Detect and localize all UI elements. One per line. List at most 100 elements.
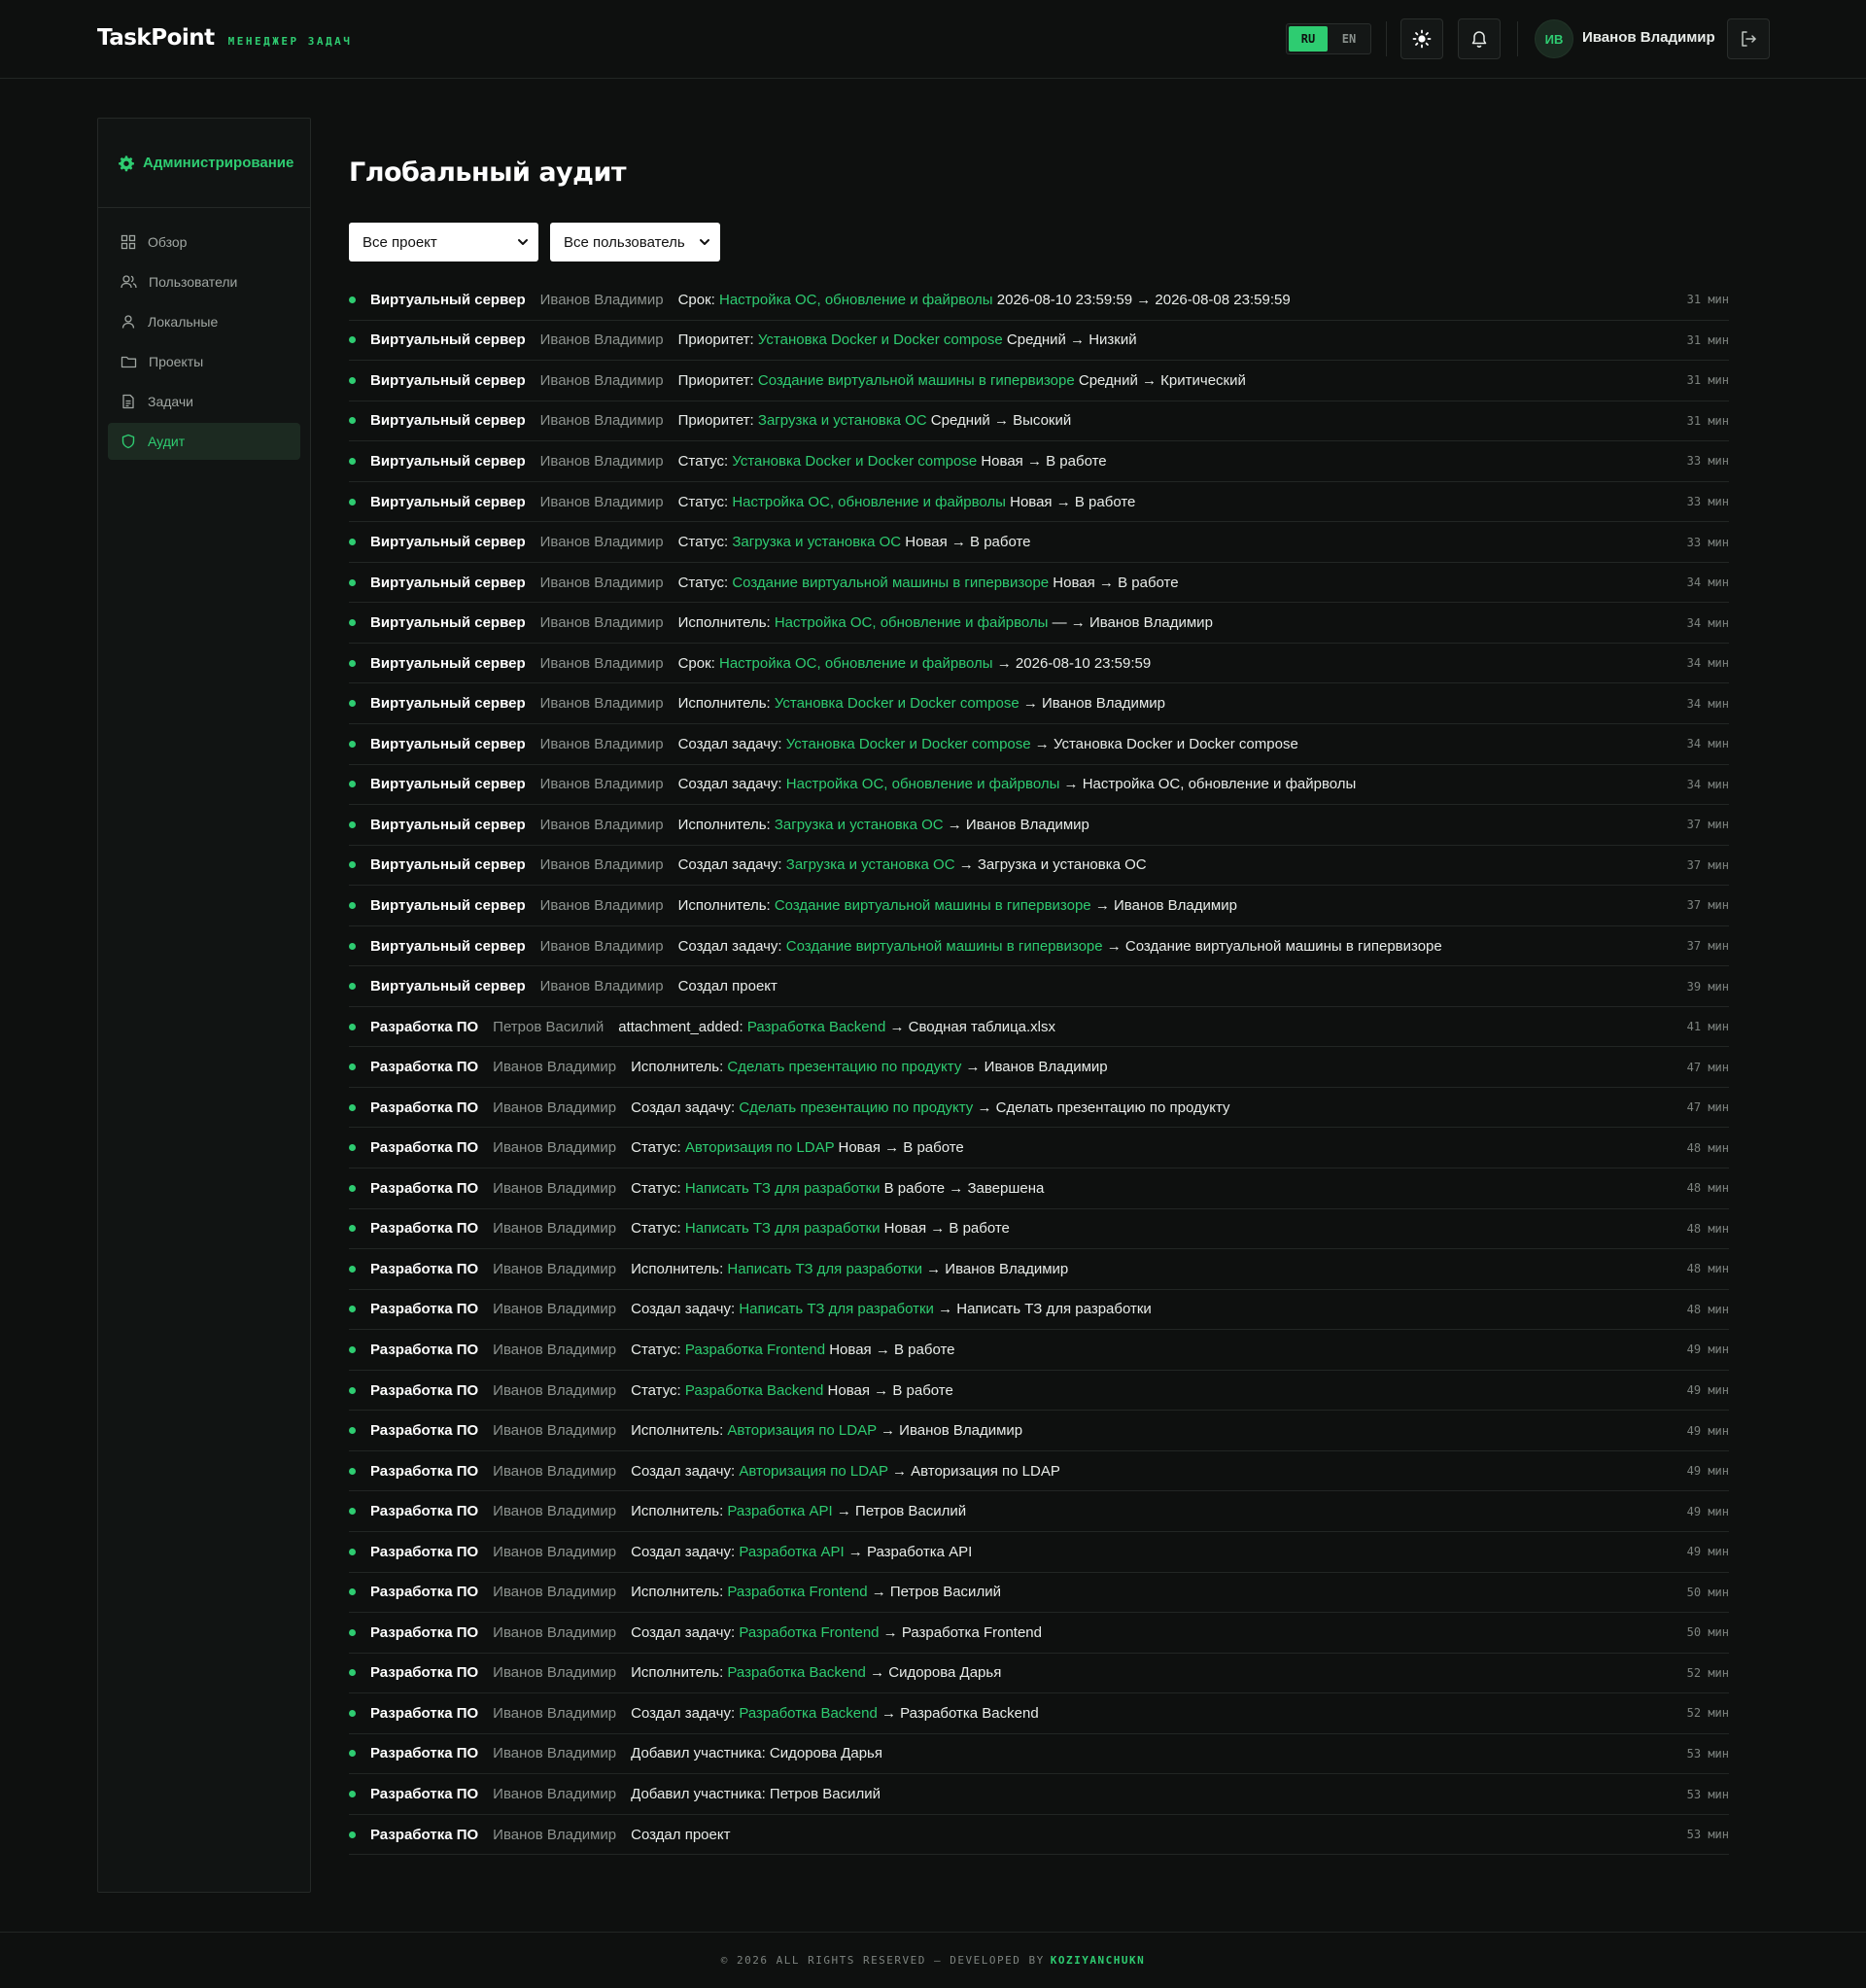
audit-time: 34 мин [1686, 656, 1729, 671]
sidebar-item-local[interactable]: Локальные [108, 303, 300, 340]
audit-task-link[interactable]: Установка Docker и Docker compose [786, 736, 1031, 752]
sidebar-item-overview[interactable]: Обзор [108, 224, 300, 261]
audit-project[interactable]: Разработка ПО [370, 1705, 478, 1722]
audit-task-link[interactable]: Написать ТЗ для разработки [739, 1301, 934, 1317]
audit-project[interactable]: Виртуальный сервер [370, 331, 526, 348]
audit-project[interactable]: Виртуальный сервер [370, 412, 526, 429]
audit-project[interactable]: Виртуальный сервер [370, 614, 526, 631]
audit-user: Иванов Владимир [539, 654, 664, 672]
audit-task-link[interactable]: Разработка Frontend [685, 1342, 825, 1358]
audit-project[interactable]: Виртуальный сервер [370, 575, 526, 591]
audit-task-link[interactable]: Авторизация по LDAP [685, 1139, 834, 1156]
user-filter-select[interactable]: Все пользователь [550, 223, 720, 262]
audit-project[interactable]: Виртуальный сервер [370, 534, 526, 550]
audit-task-link[interactable]: Сделать презентацию по продукту [727, 1059, 961, 1075]
audit-task-link[interactable]: Написать ТЗ для разработки [685, 1180, 881, 1197]
audit-row: Виртуальный сервер Иванов Владимир Исполни… [349, 805, 1729, 846]
audit-task-link[interactable]: Установка Docker и Docker compose [758, 331, 1003, 348]
project-filter-select[interactable]: Все проект [349, 223, 538, 262]
audit-project[interactable]: Разработка ПО [370, 1745, 478, 1761]
audit-project[interactable]: Виртуальный сервер [370, 494, 526, 510]
notifications-button[interactable] [1458, 18, 1501, 59]
audit-project[interactable]: Разработка ПО [370, 1059, 478, 1075]
audit-task-link[interactable]: Настройка ОС, обновление и файрволы [786, 776, 1060, 792]
audit-project[interactable]: Виртуальный сервер [370, 856, 526, 873]
avatar[interactable]: ИВ [1535, 19, 1573, 58]
audit-task-link[interactable]: Написать ТЗ для разработки [727, 1261, 922, 1277]
audit-time: 49 мин [1686, 1504, 1729, 1518]
audit-project[interactable]: Виртуальный сервер [370, 938, 526, 955]
audit-project[interactable]: Виртуальный сервер [370, 695, 526, 712]
audit-project[interactable]: Виртуальный сервер [370, 776, 526, 792]
audit-action: Исполнитель: Загрузка и установка ОС → И… [678, 817, 1089, 833]
audit-task-link[interactable]: Настройка ОС, обновление и файрволы [775, 614, 1049, 631]
audit-task-link[interactable]: Разработка API [739, 1544, 844, 1560]
audit-task-link[interactable]: Создание виртуальной машины в гипервизор… [775, 897, 1091, 914]
audit-project[interactable]: Виртуальный сервер [370, 817, 526, 833]
audit-project[interactable]: Виртуальный сервер [370, 372, 526, 389]
audit-task-link[interactable]: Разработка Backend [685, 1382, 824, 1399]
audit-project[interactable]: Разработка ПО [370, 1584, 478, 1600]
sidebar-item-users[interactable]: Пользователи [108, 263, 300, 300]
audit-project[interactable]: Разработка ПО [370, 1503, 478, 1519]
audit-time: 49 мин [1686, 1423, 1729, 1438]
audit-project[interactable]: Виртуальный сервер [370, 292, 526, 308]
audit-task-link[interactable]: Сделать презентацию по продукту [739, 1099, 973, 1116]
logo[interactable]: TaskPoint МЕНЕДЖЕР ЗАДАЧ [97, 25, 352, 51]
audit-task-link[interactable]: Разработка Backend [747, 1019, 886, 1035]
audit-project[interactable]: Разработка ПО [370, 1261, 478, 1277]
lang-en-button[interactable]: EN [1330, 26, 1368, 52]
audit-project[interactable]: Виртуальный сервер [370, 978, 526, 994]
audit-task-link[interactable]: Настройка ОС, обновление и файрволы [719, 655, 993, 672]
audit-task-link[interactable]: Разработка Frontend [739, 1624, 879, 1641]
audit-project[interactable]: Разработка ПО [370, 1422, 478, 1439]
audit-project[interactable]: Разработка ПО [370, 1624, 478, 1641]
audit-task-link[interactable]: Авторизация по LDAP [739, 1463, 887, 1480]
audit-task-link[interactable]: Создание виртуальной машины в гипервизор… [786, 938, 1103, 955]
logout-button[interactable] [1727, 18, 1770, 59]
audit-project[interactable]: Виртуальный сервер [370, 655, 526, 672]
audit-task-link[interactable]: Загрузка и установка ОС [732, 534, 901, 550]
audit-task-link[interactable]: Разработка Backend [727, 1664, 866, 1681]
audit-task-link[interactable]: Настройка ОС, обновление и файрволы [732, 494, 1006, 510]
audit-action-prefix: Исполнитель: [631, 1584, 728, 1601]
sidebar-item-tasks[interactable]: Задачи [108, 383, 300, 420]
audit-project[interactable]: Разработка ПО [370, 1099, 478, 1116]
audit-task-link[interactable]: Авторизация по LDAP [727, 1422, 876, 1439]
audit-task-link[interactable]: Разработка Backend [739, 1705, 878, 1722]
sidebar-item-audit[interactable]: Аудит [108, 423, 300, 460]
status-dot [349, 578, 356, 586]
audit-task-link[interactable]: Создание виртуальной машины в гипервизор… [758, 372, 1075, 389]
audit-project[interactable]: Разработка ПО [370, 1019, 478, 1035]
audit-project[interactable]: Разработка ПО [370, 1463, 478, 1480]
audit-task-link[interactable]: Написать ТЗ для разработки [685, 1220, 881, 1237]
audit-task-link[interactable]: Настройка ОС, обновление и файрволы [719, 292, 993, 308]
footer-brand-link[interactable]: KOZIYANCHUKN [1051, 1954, 1145, 1967]
audit-task-link[interactable]: Создание виртуальной машины в гипервизор… [732, 575, 1049, 591]
audit-project[interactable]: Разработка ПО [370, 1301, 478, 1317]
sidebar-item-projects[interactable]: Проекты [108, 343, 300, 380]
audit-project[interactable]: Виртуальный сервер [370, 736, 526, 752]
audit-project[interactable]: Разработка ПО [370, 1664, 478, 1681]
audit-project[interactable]: Разработка ПО [370, 1342, 478, 1358]
audit-project[interactable]: Виртуальный сервер [370, 897, 526, 914]
audit-task-link[interactable]: Установка Docker и Docker compose [732, 453, 977, 470]
theme-toggle-button[interactable] [1400, 18, 1443, 59]
audit-project[interactable]: Разработка ПО [370, 1382, 478, 1399]
audit-project[interactable]: Виртуальный сервер [370, 453, 526, 470]
audit-project[interactable]: Разработка ПО [370, 1139, 478, 1156]
audit-project[interactable]: Разработка ПО [370, 1786, 478, 1802]
audit-task-link[interactable]: Загрузка и установка ОС [775, 817, 944, 833]
audit-project[interactable]: Разработка ПО [370, 1827, 478, 1843]
audit-task-link[interactable]: Разработка Frontend [727, 1584, 867, 1600]
audit-task-link[interactable]: Разработка API [727, 1503, 832, 1519]
lang-ru-button[interactable]: RU [1289, 26, 1328, 52]
user-name[interactable]: Иванов Владимир [1582, 29, 1715, 46]
audit-row: Разработка ПО Иванов Владимир Исполнитель:… [349, 1573, 1729, 1614]
audit-project[interactable]: Разработка ПО [370, 1544, 478, 1560]
audit-task-link[interactable]: Загрузка и установка ОС [786, 856, 955, 873]
audit-project[interactable]: Разработка ПО [370, 1220, 478, 1237]
audit-task-link[interactable]: Загрузка и установка ОС [758, 412, 927, 429]
audit-project[interactable]: Разработка ПО [370, 1180, 478, 1197]
audit-task-link[interactable]: Установка Docker и Docker compose [775, 695, 1019, 712]
